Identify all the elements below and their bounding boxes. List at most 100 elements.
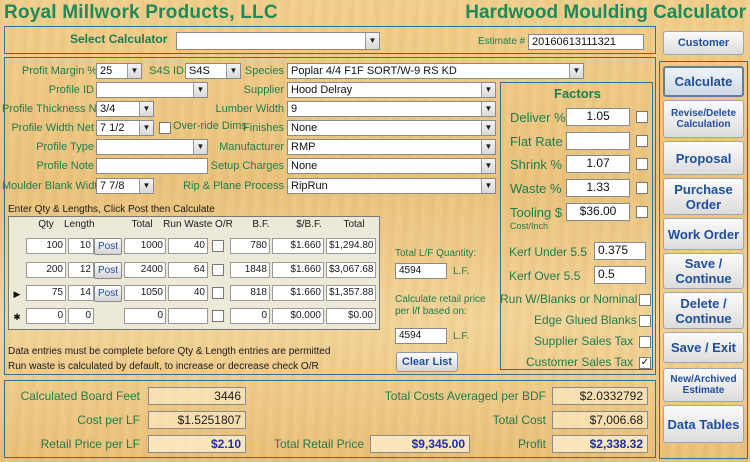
data-tables-button[interactable]: Data Tables — [663, 405, 744, 443]
chevron-down-icon[interactable]: ▼ — [193, 83, 207, 97]
setup-charges-select[interactable]: None ▼ — [287, 158, 496, 174]
profile-type-select[interactable]: ▼ — [96, 139, 208, 155]
waste-checkbox[interactable] — [636, 182, 648, 194]
purchase-order-button[interactable]: Purchase Order — [663, 178, 744, 215]
work-order-button[interactable]: Work Order — [663, 218, 744, 250]
override-checkbox[interactable] — [212, 287, 224, 299]
run-waste-cell[interactable]: 64 — [168, 262, 208, 278]
chevron-down-icon[interactable]: ▼ — [139, 121, 153, 135]
col-header-bf: B.F. — [252, 219, 270, 230]
delete-continue-button[interactable]: Delete / Continue — [663, 292, 744, 329]
shrink-field[interactable]: 1.07 — [566, 155, 630, 173]
qty-cell[interactable]: 0 — [26, 308, 66, 324]
profile-width-select[interactable]: 7 1/2 ▼ — [96, 120, 154, 136]
post-button[interactable]: Post — [94, 285, 122, 302]
chevron-down-icon[interactable]: ▼ — [139, 102, 153, 116]
flat-rate-field[interactable] — [566, 132, 630, 150]
deliver-checkbox[interactable] — [636, 111, 648, 123]
rip-plane-select[interactable]: RipRun ▼ — [287, 178, 496, 194]
kerf-over-field[interactable]: 0.5 — [594, 266, 646, 284]
tooling-sublabel: Cost/Inch — [510, 221, 549, 231]
total-lf-label: Total L/F Quantity: — [395, 248, 477, 259]
chevron-down-icon[interactable]: ▼ — [193, 140, 207, 154]
supplier-tax-checkbox[interactable] — [639, 336, 651, 348]
edge-glued-label: Edge Glued Blanks — [534, 313, 637, 327]
length-cell[interactable]: 14 — [68, 285, 94, 301]
qty-cell[interactable]: 75 — [26, 285, 66, 301]
finishes-select[interactable]: None ▼ — [287, 120, 496, 136]
col-header-length: Length — [64, 219, 95, 230]
override-checkbox[interactable] — [212, 240, 224, 252]
clear-list-button[interactable]: Clear List — [396, 352, 458, 372]
total-lf-field[interactable]: 4594 — [395, 263, 447, 279]
s4s-id-select[interactable]: S4S ▼ — [185, 63, 241, 79]
shrink-checkbox[interactable] — [636, 158, 648, 170]
new-archived-button[interactable]: New/Archived Estimate — [663, 368, 744, 402]
save-continue-button[interactable]: Save / Continue — [663, 253, 744, 289]
save-exit-button[interactable]: Save / Exit — [663, 332, 744, 363]
post-button[interactable]: Post — [94, 262, 122, 279]
length-cell[interactable]: 10 — [68, 238, 94, 254]
row-selector[interactable] — [10, 263, 24, 279]
chevron-down-icon[interactable]: ▼ — [569, 64, 583, 78]
lumber-width-select[interactable]: 9 ▼ — [287, 101, 496, 117]
profile-note-label: Profile Note — [36, 160, 94, 172]
row-selector[interactable]: ▶ — [10, 286, 24, 302]
chevron-down-icon[interactable]: ▼ — [127, 64, 141, 78]
chevron-down-icon[interactable]: ▼ — [365, 33, 379, 49]
estimate-number-field[interactable]: 20160613111321 — [528, 34, 644, 50]
calculate-button[interactable]: Calculate — [663, 66, 744, 97]
chevron-down-icon[interactable]: ▼ — [139, 179, 153, 193]
profile-id-select[interactable]: ▼ — [96, 82, 208, 98]
post-button[interactable]: Post — [94, 238, 122, 255]
revise-delete-button[interactable]: Revise/Delete Calculation — [663, 100, 744, 138]
run-blanks-checkbox[interactable] — [639, 294, 651, 306]
length-cell[interactable]: 12 — [68, 262, 94, 278]
override-checkbox[interactable] — [212, 264, 224, 276]
row-selector[interactable] — [10, 239, 24, 255]
deliver-field[interactable]: 1.05 — [566, 108, 630, 126]
chevron-down-icon[interactable]: ▼ — [481, 179, 495, 193]
company-title: Royal Millwork Products, LLC — [4, 2, 278, 23]
lumber-width-label: Lumber Width — [215, 103, 284, 115]
edge-glued-checkbox[interactable] — [639, 315, 651, 327]
blank-width-select[interactable]: 7 7/8 ▼ — [96, 178, 154, 194]
board-feet-cell: 1848 — [230, 262, 270, 278]
estimate-label: Estimate # — [478, 36, 526, 47]
flat-rate-checkbox[interactable] — [636, 135, 648, 147]
chevron-down-icon[interactable]: ▼ — [481, 102, 495, 116]
profit-margin-select[interactable]: 25 ▼ — [96, 63, 142, 79]
run-waste-cell[interactable] — [168, 308, 208, 324]
tooling-field[interactable]: $36.00 — [566, 203, 630, 221]
rate-cell: $1.660 — [272, 285, 324, 301]
retail-basis-label: Calculate retail price per l/f based on: — [395, 294, 486, 317]
customer-tax-checkbox[interactable]: ✓ — [639, 357, 651, 369]
waste-field[interactable]: 1.33 — [566, 179, 630, 197]
override-dims-checkbox[interactable] — [159, 122, 171, 134]
chevron-down-icon[interactable]: ▼ — [481, 140, 495, 154]
run-waste-cell[interactable]: 40 — [168, 238, 208, 254]
retail-basis-field[interactable]: 4594 — [395, 328, 447, 344]
chevron-down-icon[interactable]: ▼ — [226, 64, 240, 78]
customer-button[interactable]: Customer — [663, 31, 744, 55]
kerf-under-field[interactable]: 0.375 — [594, 242, 646, 260]
qty-cell[interactable]: 100 — [26, 238, 66, 254]
row-selector[interactable]: ✱ — [10, 309, 24, 325]
chevron-down-icon[interactable]: ▼ — [481, 159, 495, 173]
tooling-checkbox[interactable] — [636, 206, 648, 218]
length-cell[interactable]: 0 — [68, 308, 94, 324]
profile-note-field[interactable] — [96, 158, 208, 174]
manufacturer-select[interactable]: RMP ▼ — [287, 139, 496, 155]
chevron-down-icon[interactable]: ▼ — [481, 121, 495, 135]
run-waste-cell[interactable]: 40 — [168, 285, 208, 301]
retail-basis-unit: L.F. — [453, 331, 470, 342]
select-calculator-dropdown[interactable]: ▼ — [176, 32, 380, 50]
profile-thickness-select[interactable]: 3/4 ▼ — [96, 101, 154, 117]
qty-cell[interactable]: 200 — [26, 262, 66, 278]
proposal-button[interactable]: Proposal — [663, 141, 744, 175]
override-checkbox[interactable] — [212, 310, 224, 322]
supplier-select[interactable]: Hood Delray ▼ — [287, 82, 496, 98]
species-select[interactable]: Poplar 4/4 F1F SORT/W-9 RS KD ▼ — [287, 63, 584, 79]
chevron-down-icon[interactable]: ▼ — [481, 83, 495, 97]
select-calculator-label: Select Calculator — [70, 32, 168, 46]
